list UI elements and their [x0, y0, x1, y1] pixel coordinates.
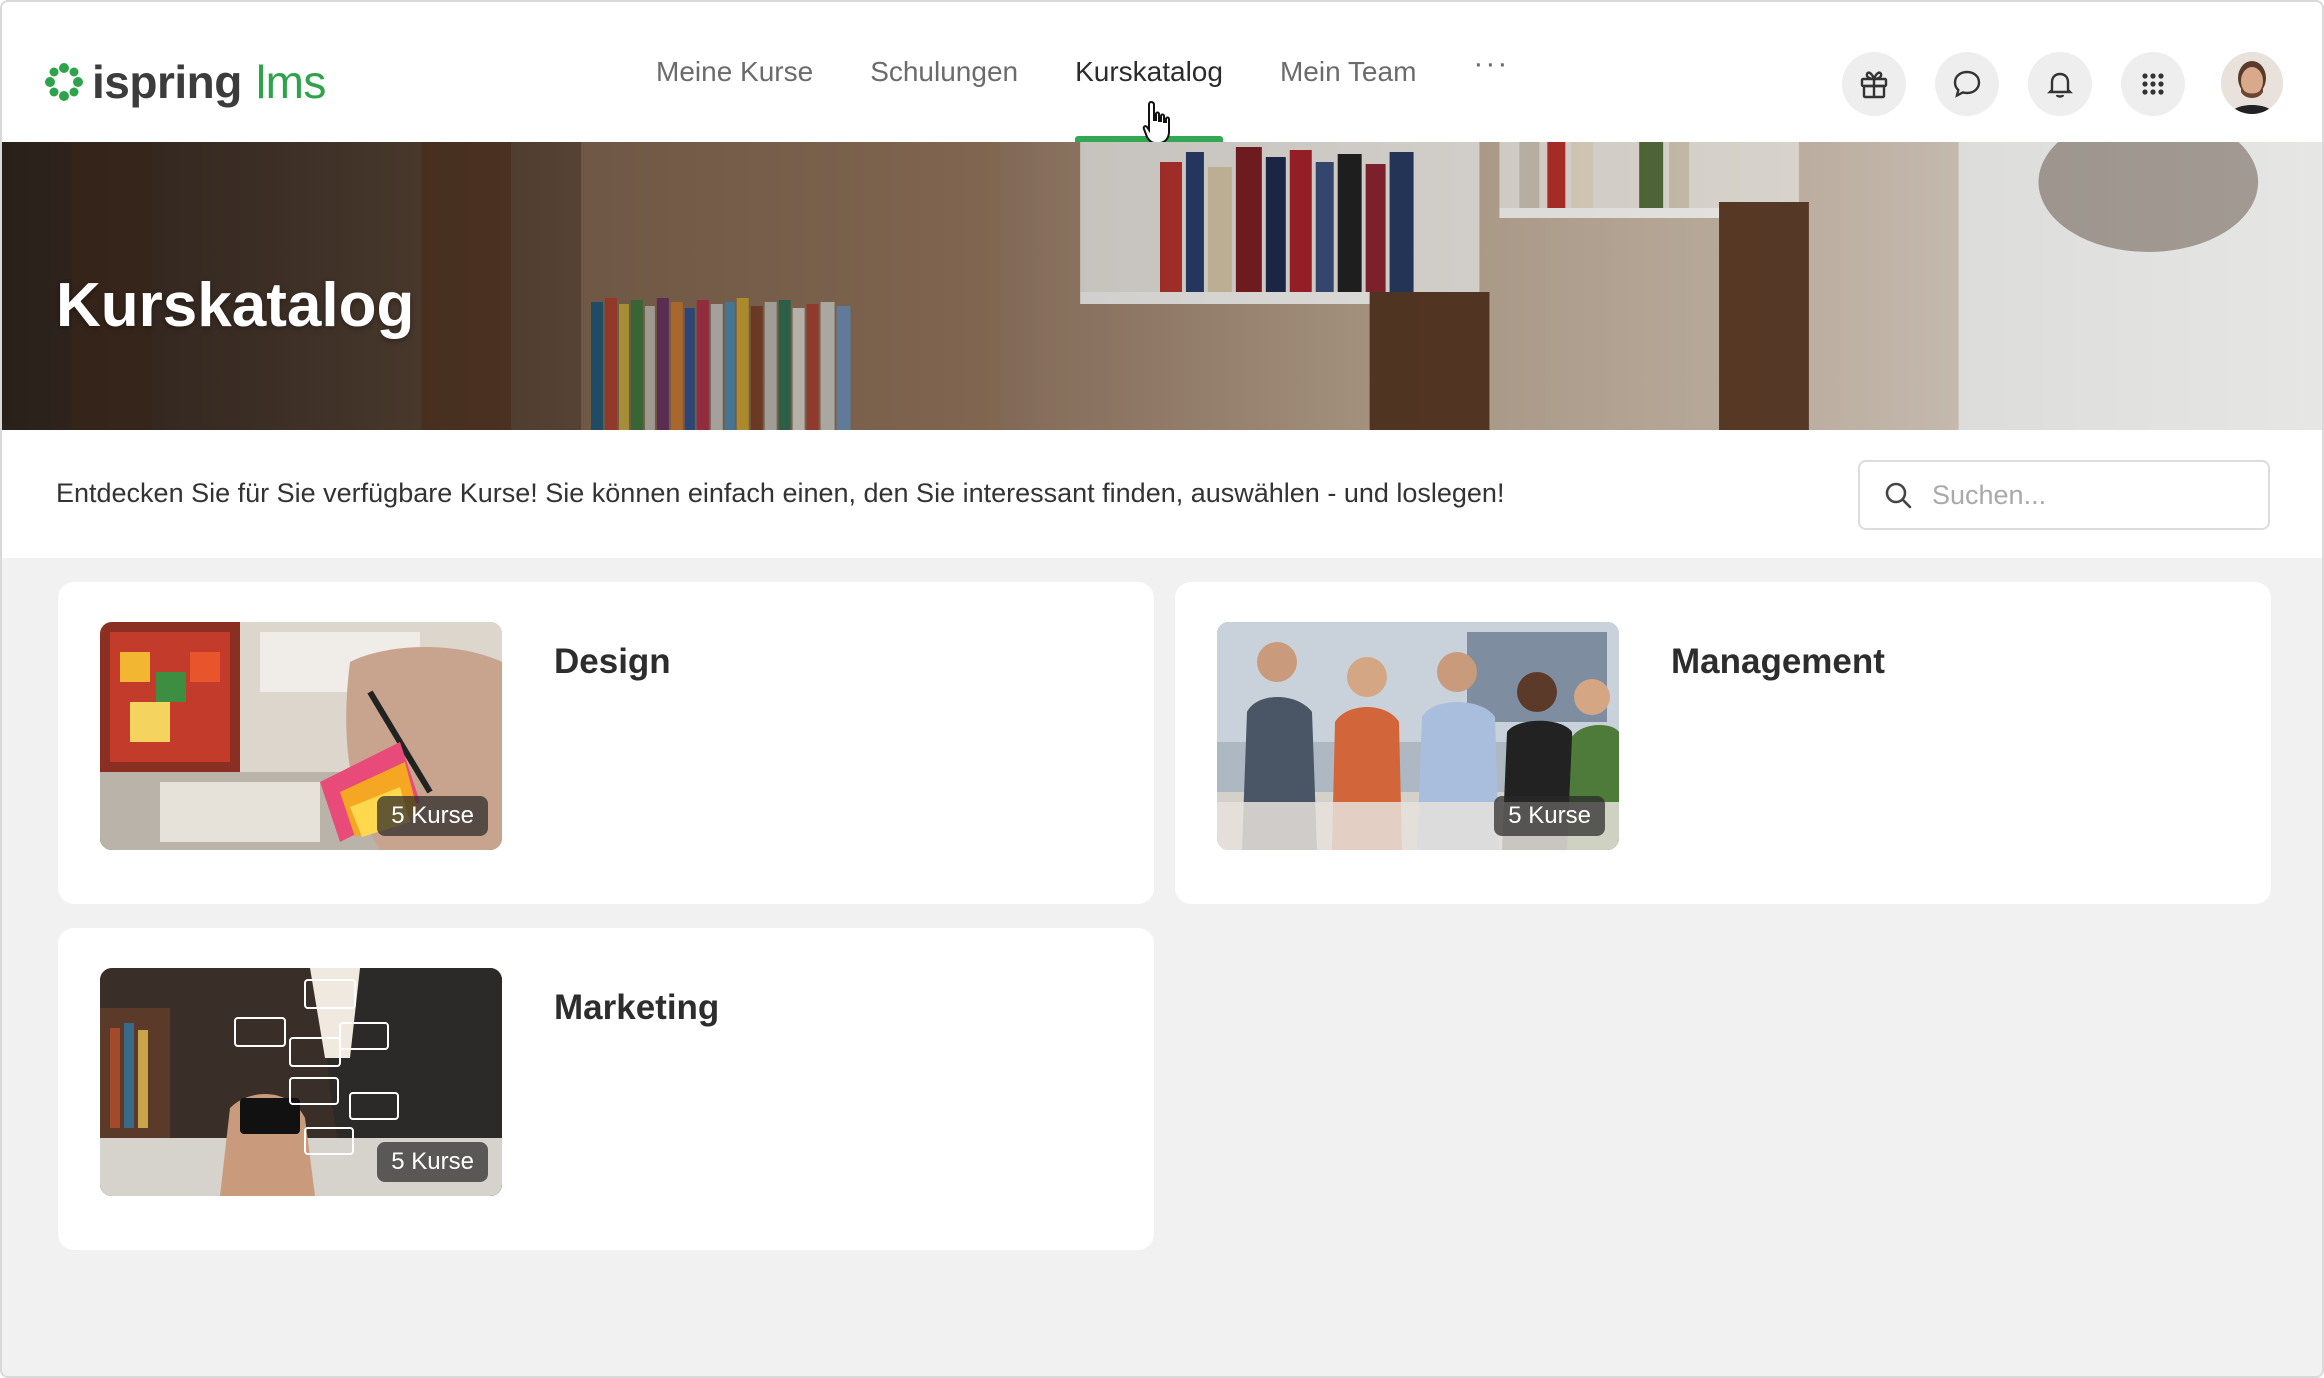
- nav-item-meine-kurse[interactable]: Meine Kurse: [656, 2, 813, 142]
- category-title[interactable]: Design: [554, 642, 671, 682]
- header-actions: [1842, 52, 2185, 116]
- category-card-management[interactable]: 5 Kurse Management: [1175, 582, 2271, 904]
- category-thumbnail: 5 Kurse: [1217, 622, 1619, 850]
- app-window: ispring lms Meine Kurse Schulungen Kursk…: [0, 0, 2324, 1378]
- category-thumbnail: 5 Kurse: [100, 968, 502, 1196]
- top-bar: ispring lms Meine Kurse Schulungen Kursk…: [2, 2, 2322, 144]
- hand-cursor-icon: [1142, 100, 1170, 144]
- notifications-button[interactable]: [2028, 52, 2092, 116]
- search-icon: [1885, 482, 1912, 509]
- intro-text: Entdecken Sie für Sie verfügbare Kurse! …: [56, 478, 1505, 508]
- logo-product: lms: [255, 56, 327, 108]
- logo[interactable]: ispring lms: [44, 52, 326, 112]
- logo-flower-icon: [45, 63, 83, 101]
- intro-section: Entdecken Sie für Sie verfügbare Kurse! …: [2, 430, 2322, 558]
- apps-button[interactable]: [2121, 52, 2185, 116]
- category-title[interactable]: Marketing: [554, 988, 719, 1028]
- chat-button[interactable]: [1935, 52, 1999, 116]
- nav-item-schulungen[interactable]: Schulungen: [870, 2, 1018, 142]
- course-count-badge: 5 Kurse: [377, 796, 488, 836]
- search-input[interactable]: [1932, 479, 2252, 511]
- gift-button[interactable]: [1842, 52, 1906, 116]
- logo-brand: ispring: [92, 56, 242, 108]
- course-count-badge: 5 Kurse: [377, 1142, 488, 1182]
- apps-grid-icon: [2142, 73, 2164, 95]
- category-card-marketing[interactable]: 5 Kurse Marketing: [58, 928, 1154, 1250]
- bell-icon: [2047, 72, 2073, 98]
- page-title: Kurskatalog: [56, 271, 415, 340]
- avatar[interactable]: [2221, 52, 2283, 114]
- course-count-badge: 5 Kurse: [1494, 796, 1605, 836]
- main-nav: Meine Kurse Schulungen Kurskatalog Mein …: [656, 2, 1566, 142]
- nav-item-mein-team[interactable]: Mein Team: [1280, 2, 1416, 142]
- gift-icon: [1860, 71, 1888, 99]
- nav-more-button[interactable]: ···: [1473, 2, 1509, 134]
- chat-icon: [1953, 70, 1981, 98]
- hero-banner: Kurskatalog: [2, 142, 2322, 430]
- user-photo: [2221, 52, 2283, 114]
- category-card-design[interactable]: 5 Kurse Design: [58, 582, 1154, 904]
- category-title[interactable]: Management: [1671, 642, 1885, 682]
- category-thumbnail: 5 Kurse: [100, 622, 502, 850]
- search-box[interactable]: [1858, 460, 2270, 530]
